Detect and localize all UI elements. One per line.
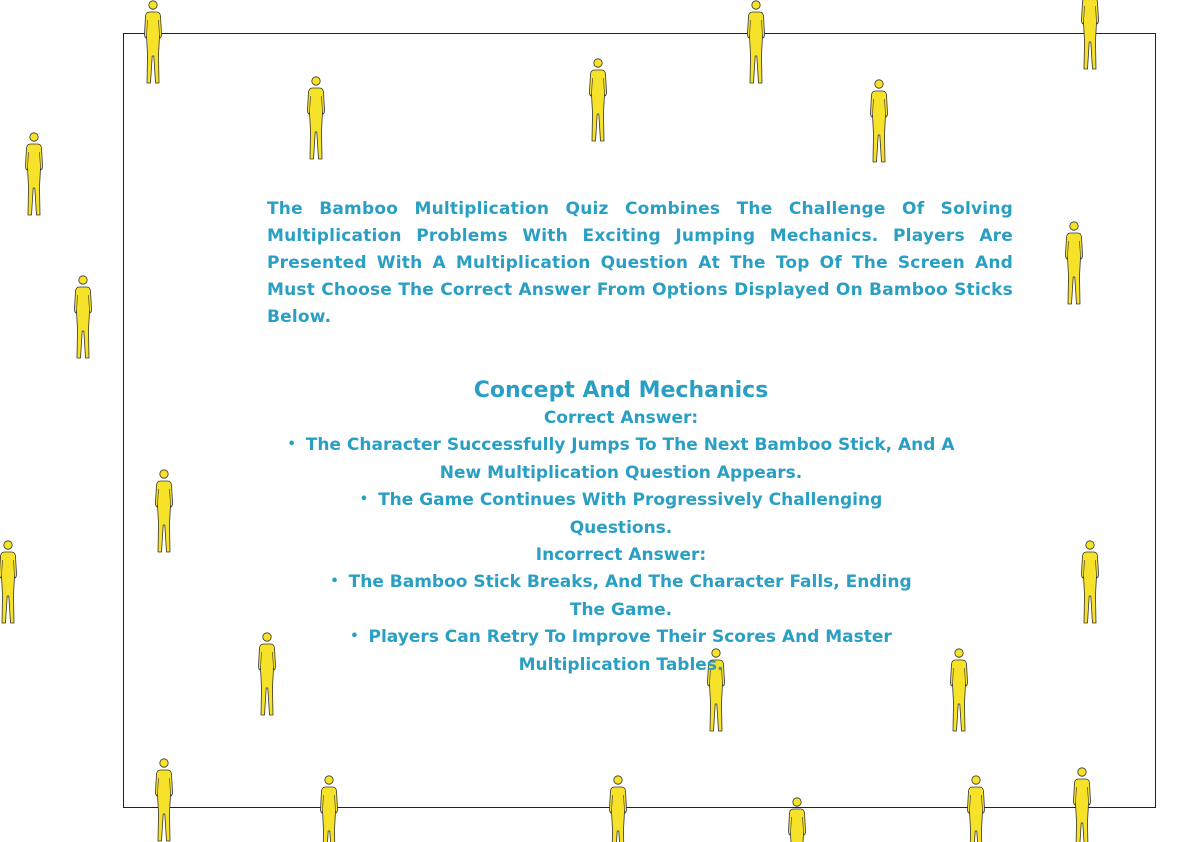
standing-person-icon [740, 0, 772, 86]
standing-person-icon [0, 540, 24, 626]
incorrect-answer-heading: Incorrect Answer: [535, 545, 707, 565]
standing-person-icon [960, 775, 992, 842]
incorrect-answer-list: The Bamboo Stick Breaks, And The Charact… [285, 569, 957, 679]
concept-title: Concept And Mechanics [473, 378, 769, 403]
correct-answer-heading: Correct Answer: [543, 408, 699, 428]
standing-person-icon [67, 275, 99, 361]
standing-person-icon [313, 775, 345, 842]
standing-person-icon [251, 632, 283, 718]
standing-person-icon [1074, 540, 1106, 626]
standing-person-icon [863, 79, 895, 165]
standing-person-icon [137, 0, 169, 86]
incorrect-answer-item: Players Can Retry To Improve Their Score… [285, 624, 957, 679]
standing-person-icon [300, 76, 332, 162]
standing-person-icon [148, 469, 180, 555]
correct-answer-list: The Character Successfully Jumps To The … [285, 432, 957, 542]
standing-person-icon [582, 58, 614, 144]
standing-person-icon [1058, 221, 1090, 307]
standing-person-icon [148, 758, 180, 842]
correct-answer-item: The Game Continues With Progressively Ch… [285, 487, 957, 542]
incorrect-answer-item: The Bamboo Stick Breaks, And The Charact… [285, 569, 957, 624]
standing-person-icon [1074, 0, 1106, 72]
concept-section: Concept And Mechanics Correct Answer: Th… [285, 376, 957, 679]
standing-person-icon [781, 797, 813, 842]
intro-paragraph: The Bamboo Multiplication Quiz Combines … [267, 199, 1013, 327]
slide: The Bamboo Multiplication Quiz Combines … [0, 0, 1191, 842]
standing-person-icon [602, 775, 634, 842]
standing-person-icon [18, 132, 50, 218]
standing-person-icon [1066, 767, 1098, 842]
correct-answer-item: The Character Successfully Jumps To The … [285, 432, 957, 487]
